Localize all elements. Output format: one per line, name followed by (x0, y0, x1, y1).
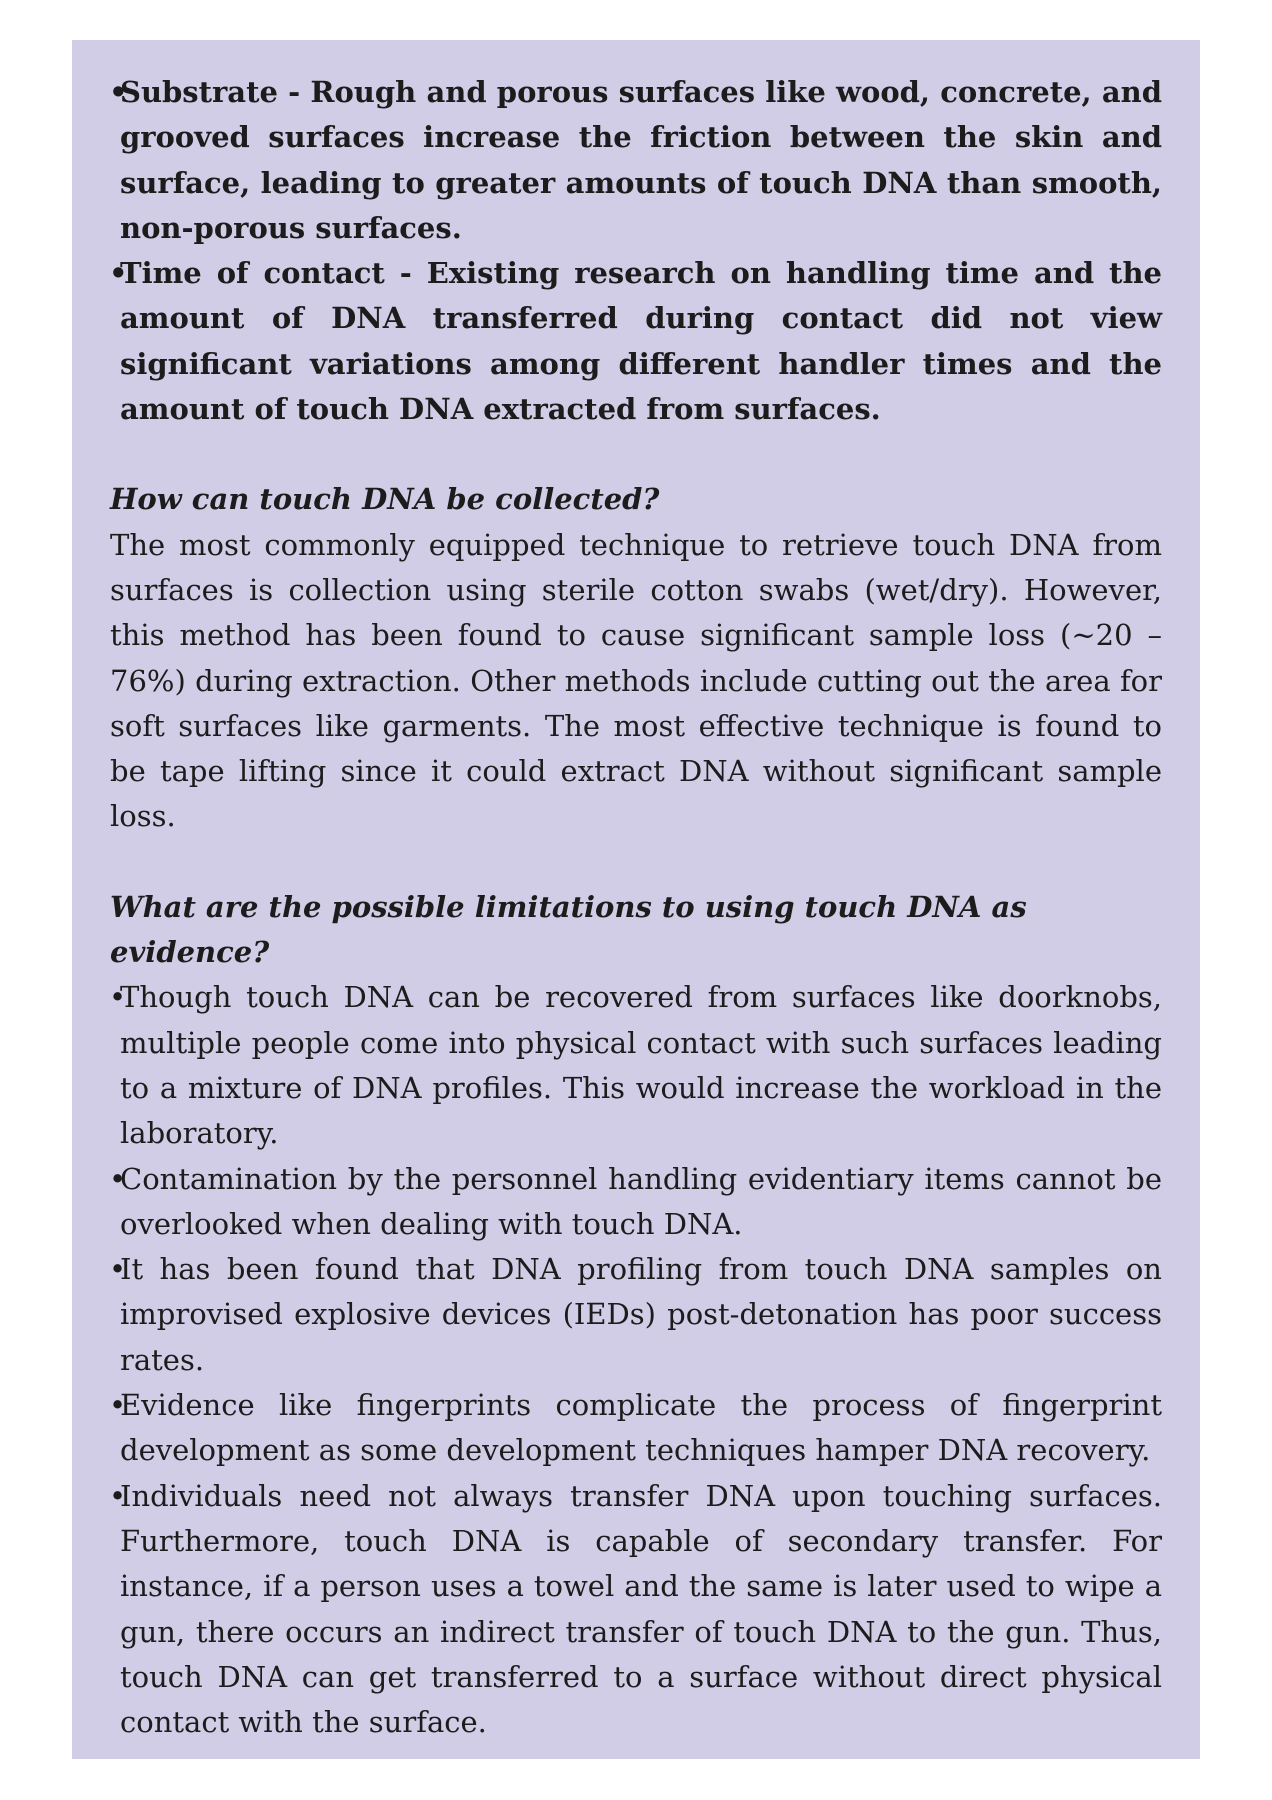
list-item-text: Contamination by the personnel handling … (120, 1161, 1162, 1241)
bullet-icon: • (109, 980, 127, 1015)
bullet-icon: • (109, 1388, 127, 1423)
section-heading-limitations: What are the possible limitations to usi… (110, 889, 1027, 970)
list-item: • Evidence like fingerprints complicate … (109, 1383, 1162, 1474)
list-item: • Though touch DNA can be recovered from… (109, 975, 1162, 1156)
factor-list: • Substrate - Rough and porous surfaces … (109, 70, 1162, 432)
content-panel: • Substrate - Rough and porous surfaces … (72, 40, 1200, 1759)
list-item: • Individuals need not always transfer D… (109, 1474, 1162, 1746)
section-heading-collection: How can touch DNA be collected? (110, 482, 660, 517)
bullet-icon: • (109, 1478, 127, 1513)
list-item-text: Though touch DNA can be recovered from s… (120, 980, 1162, 1151)
list-item-text: Individuals need not always transfer DNA… (120, 1478, 1162, 1740)
list-item: • Contamination by the personnel handlin… (109, 1157, 1162, 1248)
list-item-text: Substrate - Rough and porous surfaces li… (120, 75, 1162, 245)
list-item: • It has been found that DNA profiling f… (109, 1247, 1162, 1383)
limitations-list: • Though touch DNA can be recovered from… (109, 975, 1162, 1746)
list-item-text: Evidence like fingerprints complicate th… (120, 1388, 1162, 1468)
list-item: • Substrate - Rough and porous surfaces … (109, 70, 1162, 251)
bullet-icon: • (109, 75, 128, 109)
list-item: • Time of contact - Existing research on… (109, 251, 1162, 432)
list-item-text: It has been found that DNA profiling fro… (120, 1252, 1162, 1377)
bullet-icon: • (109, 256, 128, 291)
collection-paragraph: The most commonly equipped technique to … (110, 527, 1162, 834)
list-item-text: Time of contact - Existing research on h… (120, 256, 1162, 427)
bullet-icon: • (109, 1161, 127, 1196)
bullet-icon: • (109, 1252, 127, 1287)
